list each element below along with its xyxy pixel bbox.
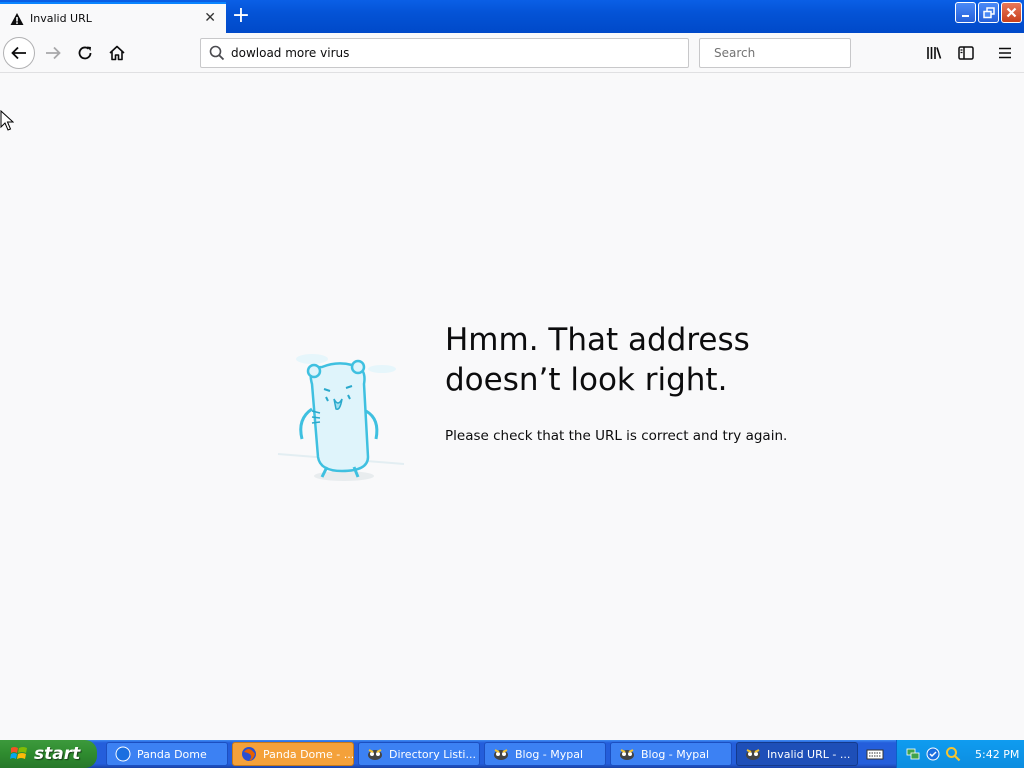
forward-arrow-icon: [46, 46, 61, 60]
reload-button[interactable]: [69, 37, 101, 69]
search-bar[interactable]: [699, 38, 864, 68]
reload-icon: [78, 46, 92, 60]
security-icon[interactable]: [925, 746, 941, 762]
network-icon[interactable]: [905, 746, 921, 762]
tab-title: Invalid URL: [30, 12, 92, 25]
task-label: Panda Dome: [137, 747, 207, 761]
system-tray: 5:42 PM: [896, 740, 1024, 768]
home-icon: [109, 45, 125, 61]
home-button[interactable]: [101, 37, 133, 69]
sidebar-button[interactable]: [950, 37, 982, 69]
tab-invalid-url[interactable]: Invalid URL ✕: [0, 2, 226, 33]
task-label: Directory Listi...: [389, 747, 476, 761]
forward-button[interactable]: [37, 37, 69, 69]
taskbar-item-invalid-url[interactable]: Invalid URL - ...: [736, 742, 858, 766]
mypal-icon: [494, 749, 508, 760]
firefox-icon: [242, 747, 256, 761]
warning-icon: [10, 12, 24, 25]
mypal-icon: [620, 749, 634, 760]
back-arrow-icon: [11, 46, 26, 60]
error-description: Please check that the URL is correct and…: [445, 428, 788, 444]
task-label: Panda Dome - ...: [263, 747, 354, 761]
keyboard-icon[interactable]: [866, 746, 884, 762]
task-label: Blog - Mypal: [515, 747, 584, 761]
tab-close-icon[interactable]: ✕: [204, 11, 216, 25]
new-tab-icon[interactable]: +: [231, 5, 251, 27]
error-title-line1: Hmm. That address: [445, 322, 750, 358]
restore-button[interactable]: [978, 2, 999, 23]
taskbar-item-panda-dome-browser[interactable]: Panda Dome - ...: [232, 742, 354, 766]
error-title: Hmm. That address doesn’t look right.: [445, 320, 865, 400]
mouse-cursor-icon: [0, 110, 14, 131]
browser-icon: [115, 746, 131, 762]
windows-logo-icon: [10, 747, 27, 759]
window-close-button[interactable]: [1001, 2, 1022, 23]
taskbar: start Panda Dome Panda Dome - ... Direct…: [0, 740, 1024, 768]
menu-button[interactable]: [989, 37, 1021, 69]
minimize-button[interactable]: [955, 2, 976, 23]
url-bar[interactable]: [200, 38, 689, 68]
tab-bar: Invalid URL ✕ +: [0, 0, 1024, 33]
start-button[interactable]: start: [0, 740, 97, 768]
magnifier-icon[interactable]: [945, 746, 961, 762]
search-icon: [209, 45, 225, 61]
nav-toolbar: [0, 33, 1024, 73]
back-button[interactable]: [3, 37, 35, 69]
mypal-icon: [368, 749, 382, 760]
hamster-illustration-icon: [277, 354, 405, 481]
taskbar-item-blog-mypal-1[interactable]: Blog - Mypal: [484, 742, 606, 766]
library-button[interactable]: [918, 37, 950, 69]
close-icon: [1006, 7, 1017, 18]
start-label: start: [34, 744, 81, 764]
search-input[interactable]: [714, 46, 864, 60]
hamburger-menu-icon: [999, 47, 1011, 59]
sidebar-icon: [958, 46, 974, 60]
url-input[interactable]: [231, 46, 688, 60]
taskbar-item-panda-dome[interactable]: Panda Dome: [106, 742, 228, 766]
page-content: Hmm. That address doesn’t look right. Pl…: [0, 74, 1024, 740]
task-label: Blog - Mypal: [641, 747, 710, 761]
task-label: Invalid URL - ...: [767, 747, 851, 761]
taskbar-item-directory-listing[interactable]: Directory Listi...: [358, 742, 480, 766]
library-icon: [927, 47, 942, 59]
restore-icon: [982, 6, 995, 18]
clock: 5:42 PM: [975, 747, 1020, 761]
mypal-icon: [746, 749, 760, 760]
taskbar-item-blog-mypal-2[interactable]: Blog - Mypal: [610, 742, 732, 766]
error-title-line2: doesn’t look right.: [445, 362, 728, 398]
minimize-icon: [961, 14, 969, 17]
